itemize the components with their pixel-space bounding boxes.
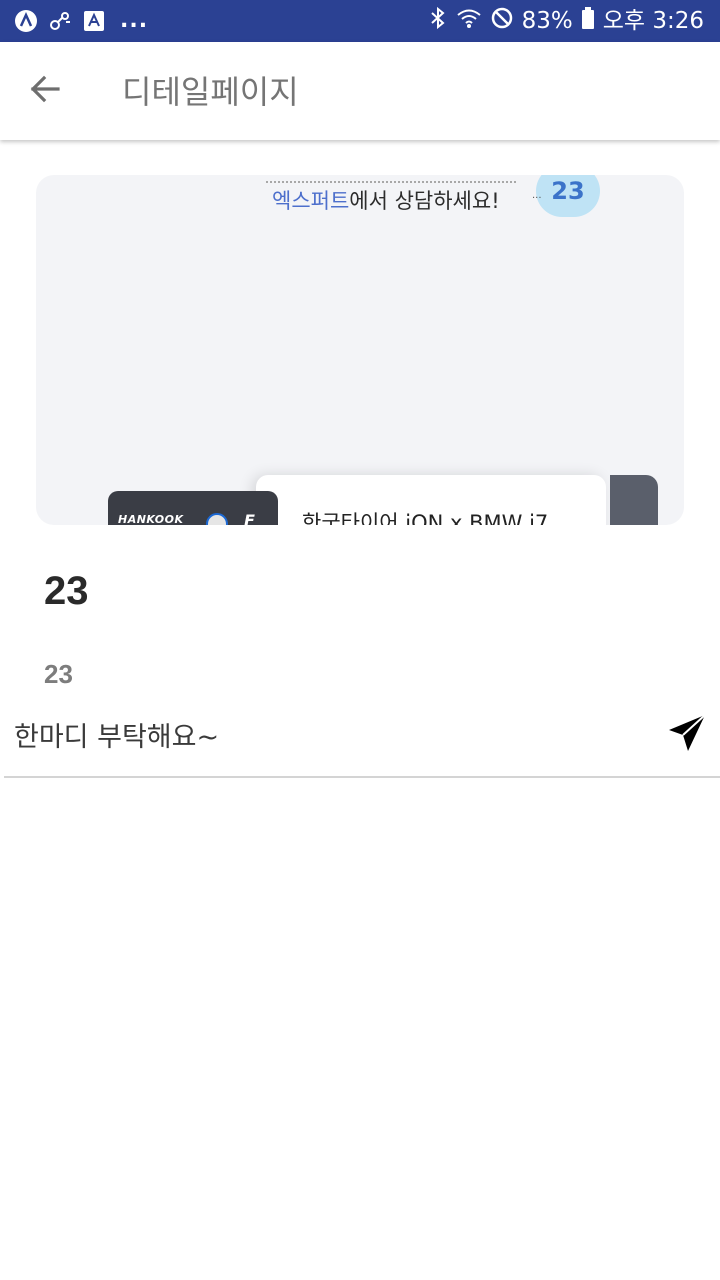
post-title: 23 [44, 569, 89, 613]
info-card: 한국타이어 iON x BMW i7 [256, 475, 606, 525]
thumbnail-f-mark: F [244, 511, 255, 525]
battery-icon [581, 6, 595, 36]
clock: 오후 3:26 [602, 8, 704, 34]
back-button[interactable] [22, 68, 68, 114]
promo-text: 엑스퍼트에서 상담하세요! [272, 187, 500, 215]
bmw-logo [206, 513, 228, 525]
cut-off-text-line [266, 175, 516, 183]
badge-dots: ··· [532, 193, 542, 204]
page-title: 디테일페이지 [122, 73, 299, 111]
post-body: 23 [44, 659, 73, 689]
comment-bar [4, 700, 720, 778]
app-bar: 디테일페이지 [0, 42, 720, 140]
battery-percent: 83% [521, 8, 573, 34]
send-button[interactable] [664, 712, 710, 758]
status-bar-left: ... [14, 9, 148, 33]
side-card [610, 475, 658, 525]
info-card-title: 한국타이어 iON x BMW i7 [302, 511, 549, 525]
comment-input[interactable] [12, 712, 636, 762]
promo-rest: 에서 상담하세요! [349, 189, 500, 213]
thumbnail-card: HANKOOK F [108, 491, 278, 525]
app-a-icon [14, 9, 38, 33]
do-not-disturb-icon [490, 6, 514, 36]
status-bar: ... 83% 오후 3:26 [0, 0, 720, 42]
more-notifications-indicator: ... [120, 8, 149, 33]
post-image[interactable]: 엑스퍼트에서 상담하세요! 23 ··· 한국타이어 iON x BMW i7 … [36, 175, 684, 525]
translate-icon [82, 9, 106, 33]
arrow-back-icon [28, 72, 62, 110]
bluetooth-icon [428, 6, 448, 36]
send-icon [667, 713, 707, 757]
promo-highlight: 엑스퍼트 [272, 189, 350, 213]
link-icon [48, 9, 72, 33]
year-badge: 23 [536, 175, 600, 217]
thumbnail-brand: HANKOOK [118, 513, 184, 525]
wifi-icon [456, 6, 482, 36]
status-bar-right: 83% 오후 3:26 [428, 6, 704, 36]
